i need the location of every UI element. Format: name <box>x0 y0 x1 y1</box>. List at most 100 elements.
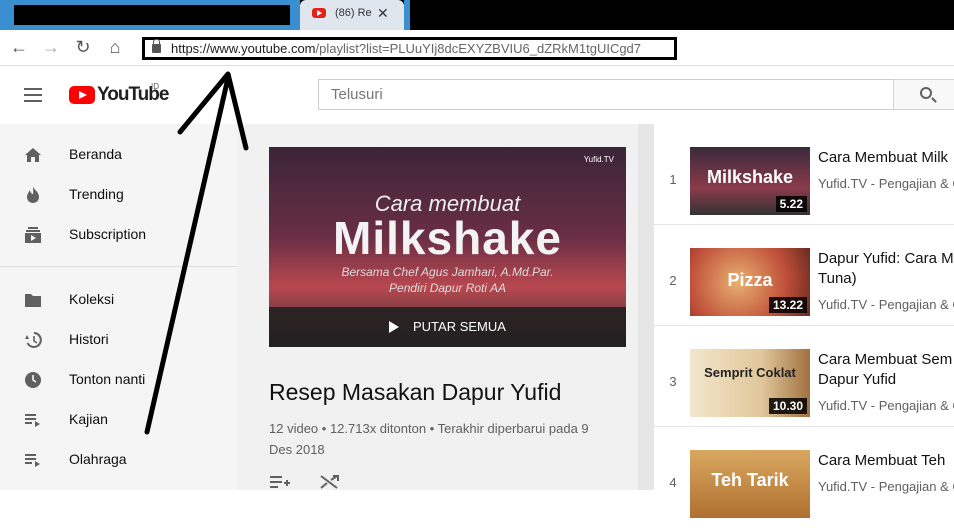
sidebar-item-olahraga[interactable]: Olahraga <box>0 440 237 480</box>
playlist-thumbnail[interactable]: Yufid.TV Cara membuat Milkshake Bersama … <box>269 147 626 347</box>
browser-tab-active[interactable]: (86) Re ✕ <box>300 0 404 30</box>
sidebar-item-label: Trending <box>69 186 124 202</box>
channel-name[interactable]: Yufid.TV - Pengajian & C <box>818 297 954 312</box>
video-index: 4 <box>669 475 677 490</box>
sidebar-item-label: Subscription <box>69 226 147 242</box>
playlist-icon <box>25 414 40 427</box>
thumbnail-text: Pizza <box>727 270 773 290</box>
redacted-tab-title <box>14 5 290 25</box>
thumbnail-text: Semprit Coklat <box>704 365 796 380</box>
video-title[interactable]: Cara Membuat Milk <box>818 148 954 168</box>
sidebar-item-tonton-nanti[interactable]: Tonton nanti <box>0 360 237 400</box>
tab-title: (86) Re <box>335 7 372 19</box>
video-duration: 10.30 <box>768 398 807 414</box>
sidebar-divider <box>0 266 237 267</box>
channel-name[interactable]: Yufid.TV - Pengajian & C <box>818 479 954 494</box>
search-icon <box>920 87 932 99</box>
folder-icon <box>25 294 41 307</box>
video-thumbnail[interactable]: Semprit Coklat 10.30 <box>690 349 810 417</box>
sidebar-item-label: Olahraga <box>69 451 127 467</box>
playlist-icon <box>25 454 40 467</box>
sidebar-item-trending[interactable]: Trending <box>0 175 237 215</box>
list-item[interactable]: 4 Teh Tarik Cara Membuat Teh Yufid.TV - … <box>654 427 954 528</box>
url-text: https://www.youtube.com/playlist?list=PL… <box>171 41 641 56</box>
shuffle-icon[interactable] <box>319 474 341 490</box>
sidebar-item-label: Koleksi <box>69 291 115 307</box>
subscription-icon <box>25 227 41 243</box>
view-count: 12.713x ditonton <box>329 421 427 436</box>
youtube-play-icon <box>69 86 95 104</box>
video-index: 2 <box>669 273 677 288</box>
video-count: 12 video <box>269 421 319 436</box>
add-to-queue-icon[interactable] <box>269 474 291 490</box>
home-button-icon[interactable]: ⌂ <box>104 36 126 58</box>
hero-line2: Bersama Chef Agus Jamhari, A.Md.Par. <box>341 265 554 279</box>
sidebar-item-kajian[interactable]: Kajian <box>0 400 237 440</box>
video-thumbnail[interactable]: Milkshake 5.22 <box>690 147 810 215</box>
video-thumbnail[interactable]: Pizza 13.22 <box>690 248 810 316</box>
playlist-info-panel: Yufid.TV Cara membuat Milkshake Bersama … <box>237 124 637 490</box>
hero-brand: Yufid.TV <box>583 155 614 164</box>
play-icon <box>389 321 399 333</box>
playlist-actions <box>269 474 349 490</box>
video-title-line2[interactable]: Tuna) <box>818 269 954 289</box>
youtube-favicon-icon <box>312 8 326 18</box>
search-input[interactable]: Telusuri <box>318 79 894 110</box>
video-title[interactable]: Cara Membuat Teh <box>818 451 954 471</box>
hero-line3: Pendiri Dapur Roti AA <box>389 281 506 295</box>
video-index: 3 <box>669 374 677 389</box>
video-title[interactable]: Cara Membuat Sem <box>818 350 954 370</box>
youtube-header: YouTube ID Telusuri <box>0 66 954 124</box>
playlist-meta: 12 video • 12.713x ditonton • Terakhir d… <box>269 421 589 457</box>
tab-separator <box>404 0 410 30</box>
video-duration: 5.22 <box>775 196 807 212</box>
back-arrow-icon[interactable]: ← <box>8 36 30 58</box>
sidebar-item-label: Beranda <box>69 146 122 162</box>
thumbnail-text: Milkshake <box>706 167 794 187</box>
video-title-line2[interactable]: Dapur Yufid <box>818 370 954 390</box>
browser-tab-strip: (86) Re ✕ <box>0 0 954 30</box>
sidebar-item-beranda[interactable]: Beranda <box>0 135 237 175</box>
url-host: https://www.youtube.com <box>171 41 316 56</box>
flame-icon <box>27 187 39 203</box>
channel-name[interactable]: Yufid.TV - Pengajian & C <box>818 398 954 413</box>
reload-icon[interactable]: ↻ <box>72 36 94 58</box>
list-item[interactable]: 3 Semprit Coklat 10.30 Cara Membuat Sem … <box>654 326 954 427</box>
sidebar-item-koleksi[interactable]: Koleksi <box>0 280 237 320</box>
panel-separator <box>638 124 654 490</box>
play-all-button[interactable]: PUTAR SEMUA <box>269 307 626 347</box>
home-icon <box>25 148 41 162</box>
play-all-label: PUTAR SEMUA <box>413 319 506 334</box>
forward-arrow-icon[interactable]: → <box>40 36 62 58</box>
playlist-title: Resep Masakan Dapur Yufid <box>269 379 562 405</box>
video-thumbnail[interactable]: Teh Tarik <box>690 450 810 518</box>
sidebar-item-label: Tonton nanti <box>69 371 146 387</box>
browser-tab-inactive[interactable] <box>0 0 300 30</box>
list-item[interactable]: 2 Pizza 13.22 Dapur Yufid: Cara M Tuna) … <box>654 225 954 326</box>
list-item[interactable]: 1 Milkshake 5.22 Cara Membuat Milk Yufid… <box>654 124 954 225</box>
channel-name[interactable]: Yufid.TV - Pengajian & C <box>818 176 954 191</box>
youtube-logo[interactable]: YouTube ID <box>69 82 169 106</box>
logo-region: ID <box>151 82 159 91</box>
hero-title: Milkshake <box>333 212 562 264</box>
menu-icon[interactable] <box>24 88 42 102</box>
close-icon[interactable]: ✕ <box>377 5 389 22</box>
browser-toolbar: ← → ↻ ⌂ https://www.youtube.com/playlist… <box>0 30 954 66</box>
lock-icon <box>152 39 161 53</box>
video-duration: 13.22 <box>768 297 807 313</box>
address-bar[interactable]: https://www.youtube.com/playlist?list=PL… <box>142 37 677 60</box>
thumbnail-text: Teh Tarik <box>711 470 789 490</box>
video-index: 1 <box>669 172 677 187</box>
search-placeholder: Telusuri <box>331 86 383 103</box>
history-icon <box>25 332 42 348</box>
url-path: /playlist?list=PLUuYIj8dcEXYZBVIU6_dZRkM… <box>315 41 642 56</box>
sidebar-item-label: Kajian <box>69 411 108 427</box>
sidebar-item-subscription[interactable]: Subscription <box>0 215 237 255</box>
main-content: Yufid.TV Cara membuat Milkshake Bersama … <box>237 124 954 518</box>
video-title[interactable]: Dapur Yufid: Cara M <box>818 249 954 269</box>
sidebar-item-histori[interactable]: Histori <box>0 320 237 360</box>
sidebar: Beranda Trending Subscription Koleksi Hi… <box>0 124 237 490</box>
video-list: 1 Milkshake 5.22 Cara Membuat Milk Yufid… <box>654 124 954 518</box>
clock-icon <box>25 372 41 388</box>
search-button[interactable] <box>893 79 954 110</box>
